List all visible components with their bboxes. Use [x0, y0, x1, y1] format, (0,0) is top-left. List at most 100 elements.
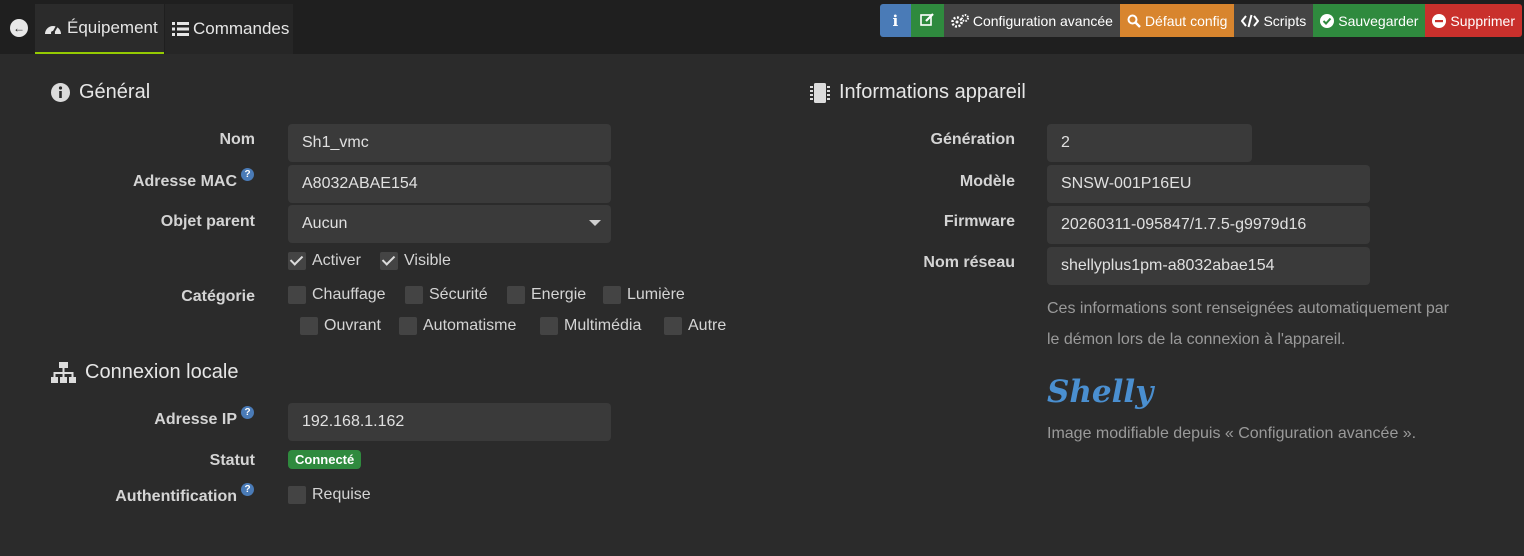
category-ouvrant-checkbox[interactable]: Ouvrant — [300, 317, 381, 335]
category-box — [507, 286, 525, 304]
generation-label: Génération — [930, 131, 1015, 148]
category-name: Multimédia — [564, 317, 642, 334]
device-section-title: Informations appareil — [810, 81, 1026, 104]
top-bar: ← Équipement Commandes i Configuration a… — [0, 0, 1524, 54]
general-title-text: Général — [79, 81, 151, 103]
advanced-config-label: Configuration avancée — [972, 12, 1113, 29]
shelly-logo: Shelly — [1047, 374, 1154, 410]
category-box — [540, 317, 558, 335]
activate-checkbox[interactable]: Activer — [288, 252, 361, 270]
ip-field[interactable]: 192.168.1.162 — [288, 403, 611, 441]
ip-label: Adresse IP — [154, 411, 237, 428]
back-arrow-icon[interactable]: ← — [10, 19, 28, 37]
name-field[interactable]: Sh1_vmc — [288, 124, 611, 162]
sitemap-icon — [51, 361, 76, 384]
tab-commands-label: Commandes — [193, 19, 290, 38]
advanced-config-button[interactable]: Configuration avancée — [943, 4, 1120, 37]
scripts-button[interactable]: Scripts — [1234, 4, 1314, 37]
status-label: Statut — [209, 452, 255, 469]
parent-value: Aucun — [302, 215, 348, 232]
visible-check-icon — [380, 252, 398, 270]
visible-label: Visible — [404, 252, 451, 269]
code-icon — [1241, 14, 1260, 28]
scripts-label: Scripts — [1263, 12, 1307, 29]
category-chauffage-checkbox[interactable]: Chauffage — [288, 286, 386, 304]
info-button[interactable]: i — [879, 4, 911, 37]
network-name-label: Nom réseau — [923, 254, 1015, 271]
tab-commands[interactable]: Commandes — [165, 4, 293, 54]
auth-help-icon[interactable]: ? — [241, 483, 254, 496]
edit-icon — [920, 12, 935, 30]
firmware-field: 20260311-095847/1.7.5-g9979d16 — [1047, 206, 1370, 244]
network-name-field: shellyplus1pm-a8032abae154 — [1047, 247, 1370, 285]
activate-label: Activer — [312, 252, 361, 269]
save-label: Sauvegarder — [1338, 12, 1419, 29]
auth-box — [288, 486, 306, 504]
generation-field: 2 — [1047, 124, 1252, 162]
parent-object-select[interactable]: Aucun — [288, 205, 611, 243]
default-config-label: Défaut config — [1144, 12, 1228, 29]
category-box — [399, 317, 417, 335]
info-circle-icon — [51, 83, 70, 102]
category-automatisme-checkbox[interactable]: Automatisme — [399, 317, 516, 335]
local-section-title: Connexion locale — [51, 361, 238, 384]
name-value: Sh1_vmc — [302, 134, 369, 151]
save-button[interactable]: Sauvegarder — [1313, 4, 1426, 37]
category-energie-checkbox[interactable]: Energie — [507, 286, 586, 304]
auth-option-label: Requise — [312, 486, 371, 503]
list-icon — [172, 22, 189, 36]
delete-button[interactable]: Supprimer — [1425, 4, 1522, 37]
category-multimedia-checkbox[interactable]: Multimédia — [540, 317, 641, 335]
model-label: Modèle — [959, 173, 1015, 190]
status-badge: Connecté — [288, 450, 362, 469]
device-info-note-line1: Ces informations sont renseignées automa… — [1047, 300, 1449, 317]
category-box — [664, 317, 682, 335]
gears-icon — [951, 13, 969, 28]
category-name: Chauffage — [312, 286, 386, 303]
category-box — [603, 286, 621, 304]
category-name: Lumière — [627, 286, 685, 303]
firmware-value: 20260311-095847/1.7.5-g9979d16 — [1061, 216, 1307, 233]
auth-required-checkbox[interactable]: Requise — [288, 486, 371, 504]
network-name-value: shellyplus1pm-a8032abae154 — [1061, 257, 1275, 274]
general-section-title: Général — [51, 81, 150, 104]
category-name: Energie — [531, 286, 587, 303]
auth-label: Authentification — [115, 488, 237, 505]
category-lumiere-checkbox[interactable]: Lumière — [603, 286, 685, 304]
category-box — [405, 286, 423, 304]
category-name: Autre — [688, 317, 727, 334]
check-circle-icon — [1320, 13, 1335, 28]
activate-check-icon — [288, 252, 306, 270]
local-title-text: Connexion locale — [85, 361, 239, 383]
mac-field[interactable]: A8032ABAE154 — [288, 165, 611, 203]
default-config-button[interactable]: Défaut config — [1119, 4, 1235, 37]
model-field: SNSW-001P16EU — [1047, 165, 1370, 203]
category-name: Ouvrant — [324, 317, 381, 334]
device-info-note-line2: le démon lors de la connexion à l'appare… — [1047, 331, 1346, 348]
tab-equipment-label: Équipement — [67, 18, 158, 37]
model-value: SNSW-001P16EU — [1061, 175, 1192, 192]
category-name: Automatisme — [423, 317, 517, 334]
ip-value: 192.168.1.162 — [302, 413, 405, 430]
mac-help-icon[interactable]: ? — [241, 168, 254, 181]
firmware-label: Firmware — [943, 213, 1015, 230]
search-icon — [1127, 14, 1141, 28]
parent-label: Objet parent — [160, 213, 255, 230]
visible-checkbox[interactable]: Visible — [380, 252, 451, 270]
image-note: Image modifiable depuis « Configuration … — [1047, 425, 1417, 442]
delete-label: Supprimer — [1450, 12, 1515, 29]
minus-circle-icon — [1432, 13, 1447, 28]
device-title-text: Informations appareil — [839, 81, 1026, 103]
edit-button[interactable] — [910, 4, 944, 37]
category-box — [300, 317, 318, 335]
generation-value: 2 — [1061, 134, 1070, 151]
tab-equipment[interactable]: Équipement — [35, 4, 164, 54]
category-box — [288, 286, 306, 304]
ip-help-icon[interactable]: ? — [241, 406, 254, 419]
category-label: Catégorie — [181, 288, 255, 305]
mac-label: Adresse MAC — [132, 173, 237, 190]
category-securite-checkbox[interactable]: Sécurité — [405, 286, 488, 304]
mac-value: A8032ABAE154 — [302, 175, 418, 192]
category-autre-checkbox[interactable]: Autre — [664, 317, 726, 335]
tachometer-icon — [43, 20, 63, 36]
